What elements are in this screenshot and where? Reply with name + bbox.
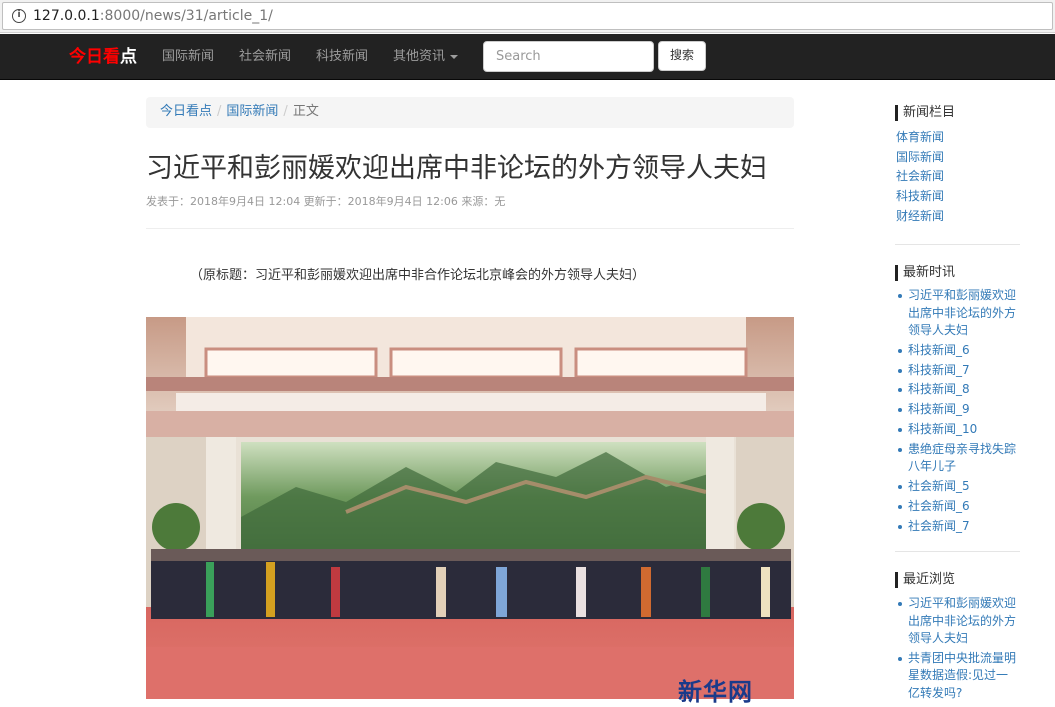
brand-red-text: 今日看 [69,47,120,67]
breadcrumb-separator: / [283,104,288,119]
latest-item[interactable]: 社会新闻_6 [896,498,1018,516]
nav-tech[interactable]: 科技新闻 [316,48,368,66]
latest-item[interactable]: 科技新闻_10 [896,421,1018,439]
brand-logo[interactable]: 今日看点 [69,47,137,67]
latest-item[interactable]: 习近平和彭丽媛欢迎出席中非论坛的外方领导人夫妇 [896,287,1018,340]
breadcrumb-current: 正文 [292,104,319,119]
latest-item[interactable]: 科技新闻_6 [896,342,1018,360]
sidebar-latest-list: 习近平和彭丽媛欢迎出席中非论坛的外方领导人夫妇 科技新闻_6 科技新闻_7 科技… [896,287,1018,537]
caret-down-icon [450,54,459,59]
sidebar-column-finance[interactable]: 财经新闻 [896,207,944,225]
article-title: 习近平和彭丽媛欢迎出席中非论坛的外方领导人夫妇 [146,153,767,184]
search-button[interactable]: 搜索 [658,41,706,71]
top-navbar: 今日看点 国际新闻 社会新闻 科技新闻 其他资讯 搜索 [0,34,1055,80]
nav-international[interactable]: 国际新闻 [162,48,214,66]
sidebar-recent-title: 最近浏览 [895,572,955,588]
divider [146,228,794,229]
latest-item[interactable]: 社会新闻_7 [896,518,1018,536]
brand-white-text: 点 [120,47,137,67]
breadcrumb-home[interactable]: 今日看点 [160,104,212,119]
breadcrumb-separator: / [217,104,222,119]
sidebar-column-tech[interactable]: 科技新闻 [896,187,944,205]
recent-item[interactable]: 共青团中央批流量明星数据造假:见过一亿转发吗? [896,650,1018,703]
sidebar-columns-title: 新闻栏目 [895,105,955,121]
url-host: 127.0.0.1 [33,8,100,24]
photo-watermark: 新华网 [678,678,753,706]
url-path: :8000/news/31/article_1/ [99,8,273,24]
sidebar-column-sports[interactable]: 体育新闻 [896,128,944,146]
latest-item[interactable]: 患绝症母亲寻找失踪八年儿子 [896,441,1018,476]
sidebar-column-society[interactable]: 社会新闻 [896,167,944,185]
address-field[interactable]: i 127.0.0.1:8000/news/31/article_1/ [2,2,1053,30]
latest-item[interactable]: 社会新闻_5 [896,478,1018,496]
article-photo [146,317,794,699]
latest-item[interactable]: 科技新闻_9 [896,401,1018,419]
group-photo-image [146,317,794,699]
recent-item[interactable]: 习近平和彭丽媛欢迎出席中非论坛的外方领导人夫妇 [896,595,1018,648]
sidebar-column-international[interactable]: 国际新闻 [896,148,944,166]
sidebar-divider [895,244,1020,245]
nav-other-dropdown[interactable]: 其他资讯 [393,48,459,66]
sidebar-recent-list: 习近平和彭丽媛欢迎出席中非论坛的外方领导人夫妇 共青团中央批流量明星数据造假:见… [896,595,1018,705]
search-input[interactable] [483,41,654,72]
article-lead: （原标题：习近平和彭丽媛欢迎出席中非合作论坛北京峰会的外方领导人夫妇） [190,268,646,283]
article-meta: 发表于：2018年9月4日 12:04 更新于：2018年9月4日 12:06 … [146,195,506,208]
browser-url-bar: i 127.0.0.1:8000/news/31/article_1/ [0,0,1055,33]
url-text[interactable]: 127.0.0.1:8000/news/31/article_1/ [33,8,273,24]
latest-item[interactable]: 科技新闻_8 [896,381,1018,399]
sidebar-divider [895,551,1020,552]
sidebar-latest-title: 最新时讯 [895,265,955,281]
info-icon[interactable]: i [12,9,26,23]
latest-item[interactable]: 科技新闻_7 [896,362,1018,380]
nav-other-label: 其他资讯 [393,49,446,64]
breadcrumb: 今日看点 / 国际新闻 / 正文 [146,97,794,128]
breadcrumb-category[interactable]: 国际新闻 [226,104,278,119]
nav-society[interactable]: 社会新闻 [239,48,291,66]
